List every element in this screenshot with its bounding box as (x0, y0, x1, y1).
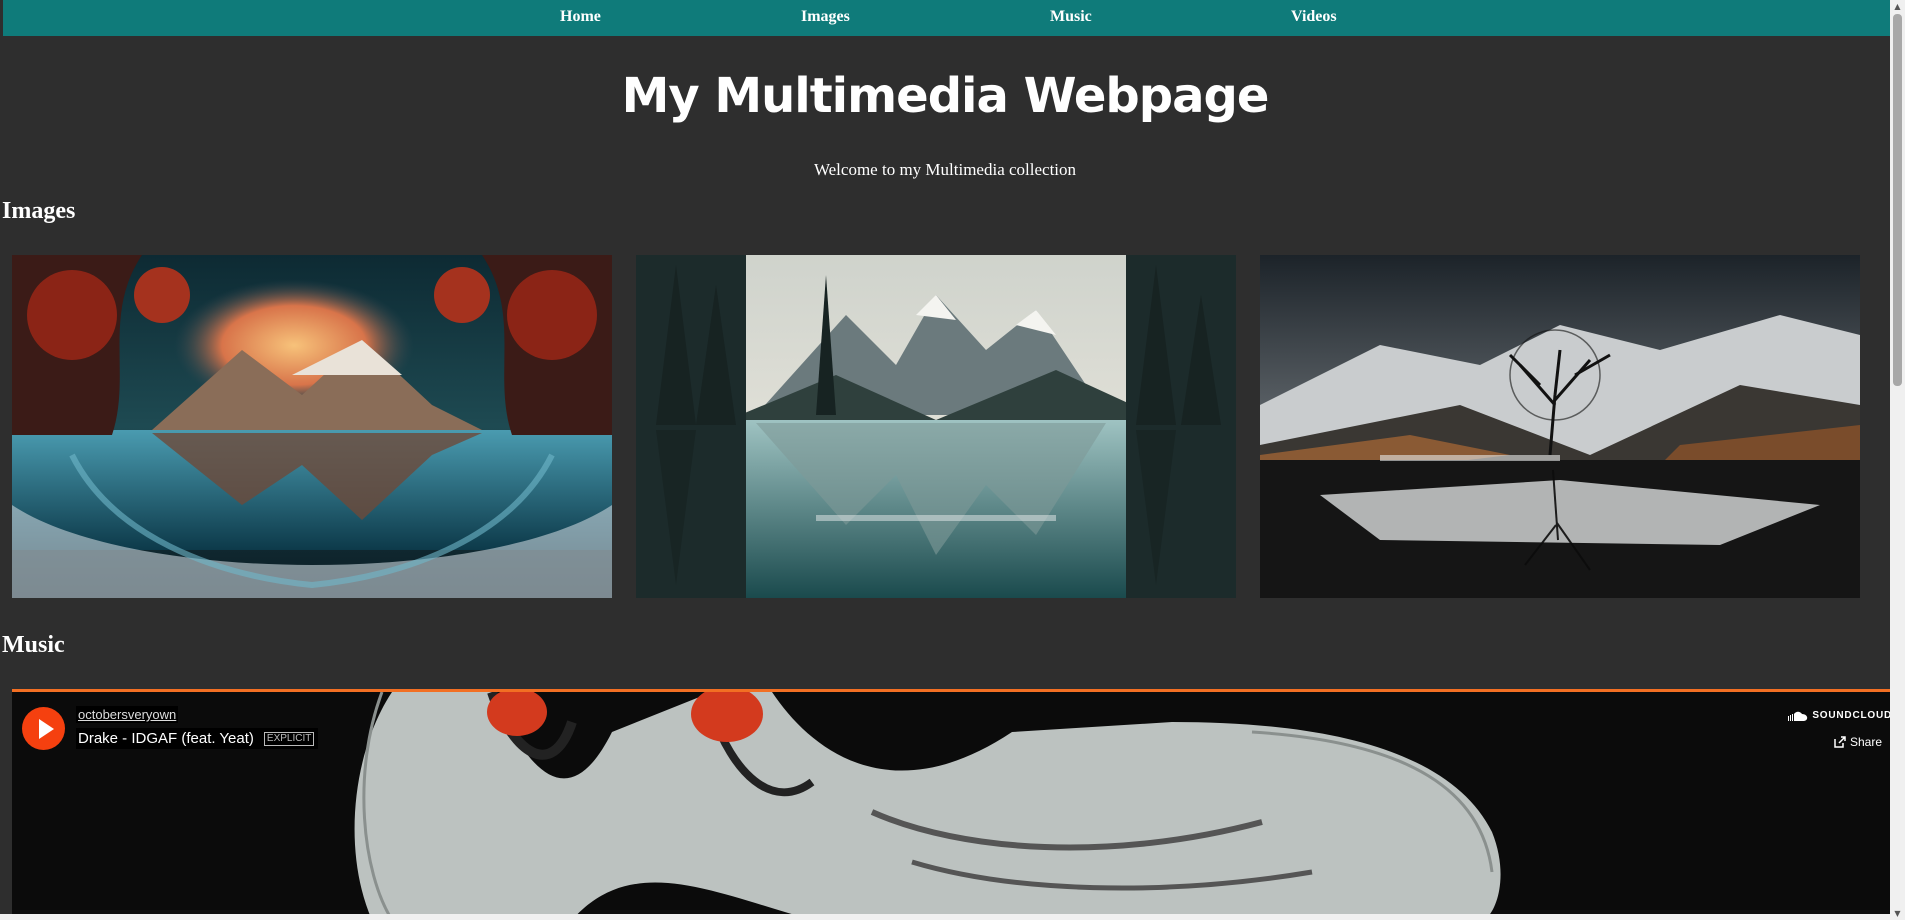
track-meta: octobersveryown Drake - IDGAF (feat. Yea… (76, 706, 319, 749)
track-row: Drake - IDGAF (feat. Yeat) EXPLICIT (76, 728, 319, 749)
images-heading: Images (2, 198, 76, 224)
music-heading: Music (2, 632, 65, 658)
artist-link[interactable]: octobersveryown (76, 706, 179, 723)
scroll-up-icon[interactable]: ▲ (1893, 2, 1902, 11)
nav-images-link[interactable]: Images (801, 8, 850, 26)
track-title[interactable]: Drake - IDGAF (feat. Yeat) (78, 730, 254, 747)
page-subtitle: Welcome to my Multimedia collection (813, 160, 1077, 179)
top-nav: Home Images Music Videos (3, 0, 1890, 36)
gallery-image-2 (636, 255, 1236, 598)
soundcloud-logo[interactable]: SOUNDCLOUD (1788, 710, 1892, 721)
nav-music-link[interactable]: Music (1050, 8, 1092, 26)
horizontal-scrollbar (0, 914, 1890, 920)
vertical-scrollbar[interactable]: ▲ ▼ (1890, 0, 1905, 920)
soundcloud-icon (1788, 711, 1808, 721)
play-button[interactable] (22, 707, 65, 750)
nav-videos-link[interactable]: Videos (1291, 8, 1337, 26)
gallery-image-3 (1260, 255, 1860, 598)
share-button[interactable]: Share (1834, 735, 1882, 749)
scroll-down-icon[interactable]: ▼ (1893, 909, 1902, 918)
page-title: My Multimedia Webpage (621, 68, 1270, 124)
nav-home-link[interactable]: Home (560, 8, 601, 26)
soundcloud-brand-text: SOUNDCLOUD (1812, 710, 1892, 721)
share-label: Share (1849, 735, 1882, 749)
share-icon (1834, 736, 1846, 748)
gallery-image-1 (12, 255, 612, 598)
explicit-badge: EXPLICIT (263, 731, 315, 746)
scroll-thumb[interactable] (1893, 14, 1902, 386)
soundcloud-player[interactable]: octobersveryown Drake - IDGAF (feat. Yea… (12, 689, 1900, 920)
